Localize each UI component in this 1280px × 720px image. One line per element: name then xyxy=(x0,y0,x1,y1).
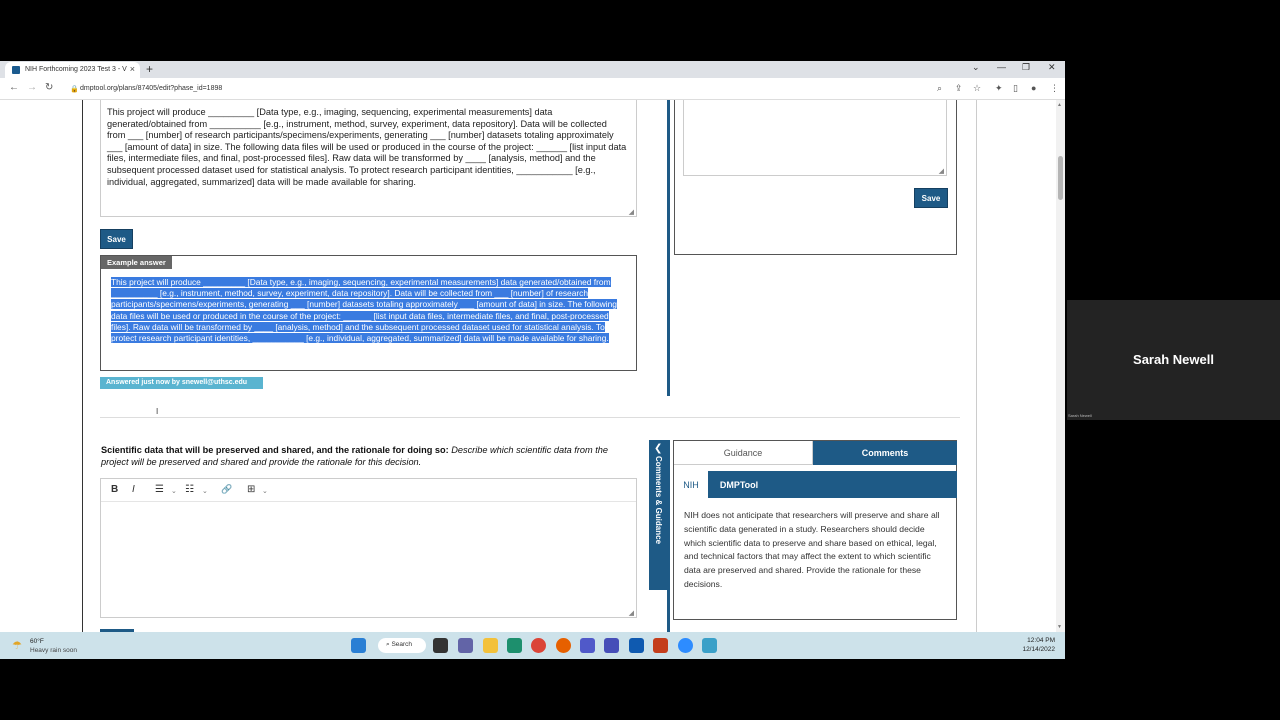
question-title: Scientific data that will be preserved a… xyxy=(101,445,631,468)
teams-icon[interactable] xyxy=(580,638,595,653)
menu-icon[interactable]: ⋮ xyxy=(1050,83,1059,94)
weather-icon[interactable]: ☂ xyxy=(12,639,22,652)
editor-resize-grip-icon[interactable]: ◢ xyxy=(629,609,634,617)
scrollbar-thumb[interactable] xyxy=(1058,156,1063,200)
comments-guidance-toggle[interactable]: ❮ Comments & Guidance xyxy=(649,440,669,590)
guidance-source-tabs: NIH DMPTool xyxy=(674,471,957,498)
participant-name: Sarah Newell xyxy=(1133,352,1214,367)
tab-title: NIH Forthcoming 2023 Test 3 - V xyxy=(25,66,127,73)
editor-toolbar: B I ☰ ⌄ ☷ ⌄ 🔗 ⊞ ⌄ xyxy=(101,479,636,502)
sidebar-icon[interactable]: ▯ xyxy=(1013,83,1018,94)
save-button[interactable]: Save xyxy=(100,229,133,249)
taskbar-search[interactable]: ⌕ Search xyxy=(378,638,426,653)
back-icon[interactable]: ← xyxy=(9,82,19,93)
extensions-icon[interactable]: ✦ xyxy=(995,83,1003,94)
participant-video-tile: Sarah Newell Sarah Newell xyxy=(1067,300,1280,420)
dmptool-favicon-icon xyxy=(12,66,20,74)
new-tab-button[interactable]: + xyxy=(146,62,153,76)
browser-tab[interactable]: NIH Forthcoming 2023 Test 3 - V × xyxy=(5,62,140,78)
page-content: ◢ This project will produce _________ [D… xyxy=(0,100,1065,632)
comments-panel: ◢ Save xyxy=(674,100,957,255)
italic-button[interactable]: I xyxy=(132,484,135,495)
url-field[interactable]: 🔒 dmptool.org/plans/87405/edit?phase_id=… xyxy=(70,82,930,97)
table-icon[interactable]: ⊞ xyxy=(247,484,255,495)
zoom-icon[interactable]: ⌕ xyxy=(937,83,942,94)
tab-close-icon[interactable]: × xyxy=(130,64,135,74)
guidance-panel: Guidance Comments NIH DMPTool NIH does n… xyxy=(673,440,957,620)
clock-date: 12/14/2022 xyxy=(1022,646,1055,653)
numbered-list-icon[interactable]: ☷ xyxy=(185,484,194,495)
subtab-dmptool[interactable]: DMPTool xyxy=(714,471,764,498)
powerpoint-icon[interactable] xyxy=(653,638,668,653)
clock-time: 12:04 PM xyxy=(1027,637,1055,644)
example-answer-text[interactable]: This project will produce _________ [Dat… xyxy=(111,277,626,344)
file-explorer-icon[interactable] xyxy=(483,638,498,653)
edge-icon[interactable] xyxy=(507,638,522,653)
example-answer-box: Example answer This project will produce… xyxy=(100,255,637,371)
teams-chat-icon[interactable] xyxy=(604,638,619,653)
tab-search-icon[interactable]: ⌄ xyxy=(972,62,980,73)
forward-icon[interactable]: → xyxy=(27,82,37,93)
tab-comments[interactable]: Comments xyxy=(813,441,957,465)
guidance-text: NIH does not anticipate that researchers… xyxy=(684,510,940,589)
numbered-list-chevron-icon[interactable]: ⌄ xyxy=(202,487,208,495)
restore-button[interactable]: ❐ xyxy=(1022,62,1030,73)
example-answer-selection: This project will produce _________ [Dat… xyxy=(111,277,617,344)
lock-icon: 🔒 xyxy=(70,86,79,93)
zoom-app-icon[interactable] xyxy=(678,638,693,653)
rich-text-editor[interactable]: B I ☰ ⌄ ☷ ⌄ 🔗 ⊞ ⌄ ◢ xyxy=(100,478,637,618)
resize-grip-icon[interactable]: ◢ xyxy=(629,208,634,216)
text-cursor-icon: I xyxy=(156,407,159,416)
comment-textbox[interactable]: ◢ xyxy=(683,100,947,176)
os-taskbar: ☂ 60°F Heavy rain soon ⌕ Search 12:04 PM… xyxy=(0,632,1065,659)
table-chevron-icon[interactable]: ⌄ xyxy=(262,487,268,495)
share-icon[interactable]: ⇪ xyxy=(955,83,963,94)
link-icon[interactable]: 🔗 xyxy=(221,484,232,495)
taskbar-search-label: Search xyxy=(391,641,413,648)
comment-save-button[interactable]: Save xyxy=(914,188,948,208)
question-heading: Scientific data that will be preserved a… xyxy=(101,445,449,455)
comments-guidance-label: Comments & Guidance xyxy=(654,456,663,545)
tab-strip: NIH Forthcoming 2023 Test 3 - V × + ⌄ — … xyxy=(0,61,1065,78)
collapse-chevron-icon: ❮ xyxy=(654,443,663,454)
firefox-icon[interactable] xyxy=(556,638,571,653)
example-answer-header: Example answer xyxy=(101,256,172,269)
browser-window: NIH Forthcoming 2023 Test 3 - V × + ⌄ — … xyxy=(0,61,1065,659)
bookmark-star-icon[interactable]: ☆ xyxy=(973,83,981,94)
chat-icon[interactable] xyxy=(458,638,473,653)
bullet-list-chevron-icon[interactable]: ⌄ xyxy=(171,487,177,495)
scroll-down-icon[interactable]: ▼ xyxy=(1057,624,1062,630)
weather-description: Heavy rain soon xyxy=(30,647,77,654)
tab-guidance[interactable]: Guidance xyxy=(674,441,813,465)
bold-button[interactable]: B xyxy=(111,484,118,495)
participant-name-label: Sarah Newell xyxy=(1068,413,1092,418)
outlook-icon[interactable] xyxy=(629,638,644,653)
bullet-list-icon[interactable]: ☰ xyxy=(155,484,164,495)
answer-text[interactable]: This project will produce _________ [Dat… xyxy=(107,107,627,188)
weather-temperature: 60°F xyxy=(30,638,44,645)
subtab-nih[interactable]: NIH xyxy=(674,471,708,498)
address-bar: ← → ↻ 🔒 dmptool.org/plans/87405/edit?pha… xyxy=(0,78,1065,100)
scroll-up-icon[interactable]: ▲ xyxy=(1057,102,1062,108)
answered-status-badge: Answered just now by snewell@uthsc.edu xyxy=(100,377,263,389)
calculator-icon[interactable] xyxy=(702,638,717,653)
comments-panel-divider xyxy=(667,100,670,396)
task-view-icon[interactable] xyxy=(433,638,448,653)
profile-icon[interactable]: ● xyxy=(1031,83,1036,93)
windows-start-icon[interactable] xyxy=(351,638,366,653)
page-scrollbar[interactable]: ▲ ▼ xyxy=(1056,100,1065,632)
comment-resize-grip-icon[interactable]: ◢ xyxy=(939,167,944,175)
content-left-border xyxy=(82,100,83,632)
section-divider xyxy=(100,417,960,418)
close-window-button[interactable]: ✕ xyxy=(1048,62,1056,73)
chrome-icon[interactable] xyxy=(531,638,546,653)
reload-icon[interactable]: ↻ xyxy=(45,82,53,93)
url-text: dmptool.org/plans/87405/edit?phase_id=18… xyxy=(80,85,223,92)
minimize-button[interactable]: — xyxy=(997,62,1006,72)
content-right-border xyxy=(976,100,977,632)
